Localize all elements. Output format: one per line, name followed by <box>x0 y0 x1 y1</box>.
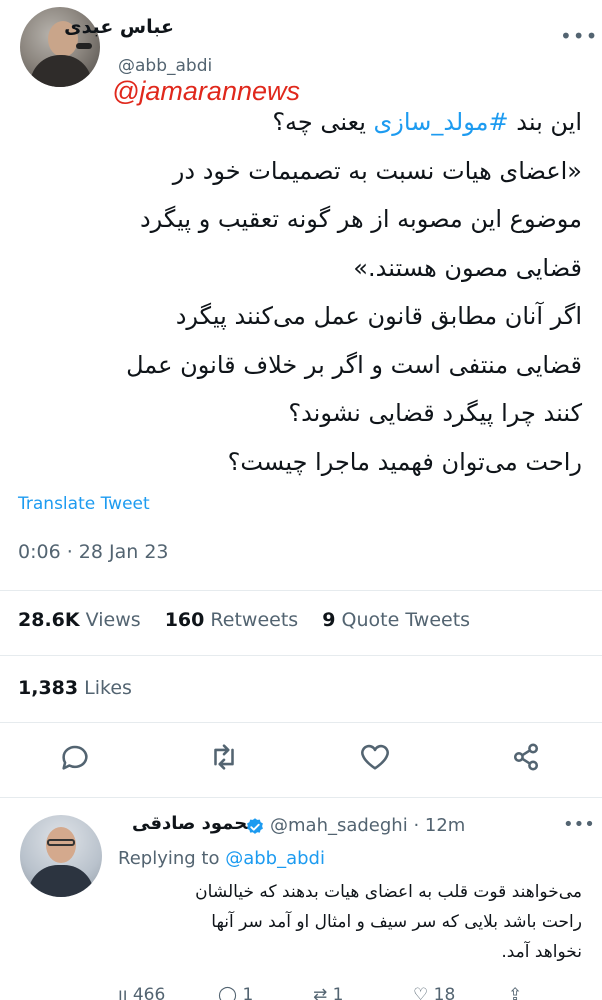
microphone-icon <box>76 43 92 49</box>
divider <box>0 797 602 798</box>
reply-replies[interactable]: ◯ 1 <box>218 985 253 1000</box>
divider <box>0 655 602 656</box>
reply-line: نخواهد آمد. <box>501 942 582 962</box>
avatar-body <box>30 55 92 87</box>
reply-author-handle[interactable]: @mah_sadeghi · 12m <box>270 815 465 836</box>
like-icon[interactable] <box>358 740 392 774</box>
tweet-text: این بند #مولد_سازی یعنی چه؟ «اعضای هیات … <box>12 98 582 486</box>
views-icon: ıı <box>118 985 128 1000</box>
translate-tweet-link[interactable]: Translate Tweet <box>18 494 150 514</box>
reply-author-avatar[interactable] <box>20 815 102 897</box>
verified-badge-icon <box>247 818 263 834</box>
hashtag-link[interactable]: #مولد_سازی <box>374 108 509 136</box>
reply-views[interactable]: ıı 466 <box>118 985 165 1000</box>
reply-line: راحت باشد بلایی که سر سیف و امثال او آمد… <box>211 912 582 932</box>
author-handle[interactable]: @abb_abdi <box>118 56 212 76</box>
tweet-action-bar <box>0 740 602 780</box>
tweet-line: «اعضای هیات نسبت به تصمیمات خود در <box>172 156 582 185</box>
avatar-glasses <box>47 839 75 846</box>
views-stat: 28.6K Views <box>18 609 141 631</box>
engagement-stats: 28.6K Views 160 Retweets 9 Quote Tweets <box>18 609 470 631</box>
tweet-line: کنند چرا پیگرد قضایی نشوند؟ <box>288 399 582 427</box>
reply-likes[interactable]: ♡ 18 <box>413 985 455 1000</box>
tweet-line: راحت می‌توان فهمید ماجرا چیست؟ <box>227 447 582 476</box>
tweet-line: قضایی منتفی است و اگر بر خلاف قانون عمل <box>126 350 582 379</box>
tweet-line: موضوع این مصوبه از هر گونه تعقیب و پیگرد <box>139 205 582 233</box>
reply-text: می‌خواهند قوت قلب به اعضای هیات بدهند که… <box>112 877 582 967</box>
likes-stat[interactable]: 1,383 Likes <box>18 677 132 699</box>
replying-to-handle[interactable]: @abb_abdi <box>225 848 325 869</box>
tweet-line: اگر آنان مطابق قانون عمل می‌کنند پیگرد <box>175 302 582 330</box>
avatar-body <box>28 865 94 897</box>
reply-icon[interactable] <box>58 740 92 774</box>
tweet-line: قضایی مصون هستند.» <box>353 253 582 282</box>
tweet-line: این بند #مولد_سازی یعنی چه؟ <box>272 108 582 136</box>
reply-author-name[interactable]: محمود صادقی <box>132 813 258 834</box>
retweets-stat[interactable]: 160 Retweets <box>165 609 298 631</box>
more-options-icon[interactable]: ••• <box>563 814 595 835</box>
reply-icon: ◯ <box>218 985 238 1000</box>
replying-to: Replying to @abb_abdi <box>118 848 325 869</box>
reply-line: می‌خواهند قوت قلب به اعضای هیات بدهند که… <box>195 882 582 902</box>
divider <box>0 722 602 723</box>
share-icon[interactable]: ⇪ <box>508 985 522 1000</box>
reply-action-bar: ıı 466 ◯ 1 ⇄ 1 ♡ 18 ⇪ <box>118 985 578 1000</box>
divider <box>0 590 602 591</box>
reply-retweets[interactable]: ⇄ 1 <box>313 985 343 1000</box>
quote-tweets-stat[interactable]: 9 Quote Tweets <box>322 609 470 631</box>
more-options-icon[interactable]: ••• <box>560 24 598 48</box>
retweet-icon[interactable] <box>207 740 241 774</box>
tweet-timestamp[interactable]: 0:06 · 28 Jan 23 <box>18 541 169 563</box>
author-name[interactable]: عباس عبدی <box>64 16 174 38</box>
retweet-icon: ⇄ <box>313 985 328 1000</box>
like-icon: ♡ <box>413 985 429 1000</box>
share-icon[interactable] <box>509 740 543 774</box>
